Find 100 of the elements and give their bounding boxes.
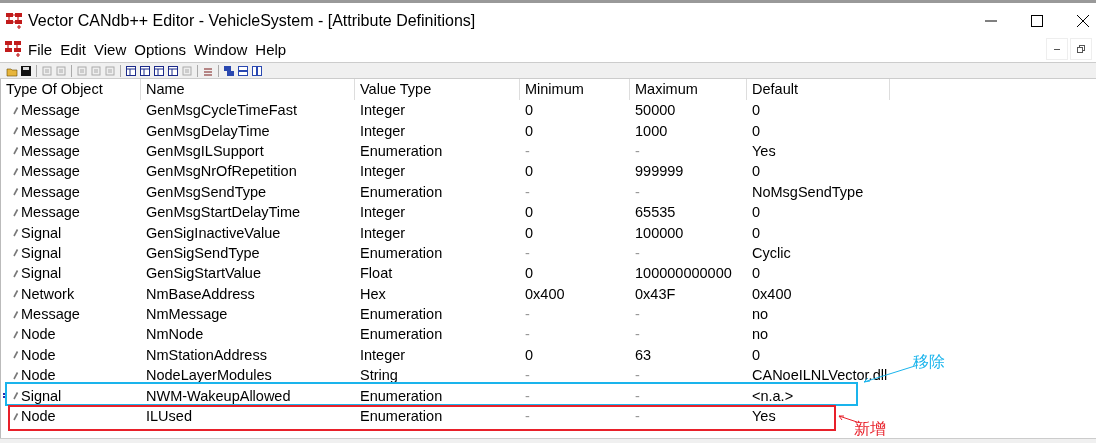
table-cell-text: Cyclic	[751, 243, 791, 263]
table-cell-text: GenSigSendType	[145, 243, 260, 263]
table-cell-text: Message	[20, 182, 80, 202]
table-cell-text: 100000	[634, 223, 684, 243]
table-cell-text: -	[634, 407, 640, 427]
table-cell-text: Message	[20, 141, 80, 161]
table-cell-text: Signal	[20, 386, 62, 406]
menu-item[interactable]: Help	[254, 40, 288, 58]
close-icon[interactable]	[1076, 13, 1090, 28]
table-cell-text: CANoeILNLVector.dll	[751, 366, 888, 386]
restore-icon	[1077, 45, 1085, 53]
table-cell-text: Enumeration	[359, 243, 443, 263]
table-cell-text: Signal	[20, 223, 62, 243]
table-cell-text: -	[524, 305, 530, 325]
table-cell-text: 999999	[634, 162, 684, 182]
table-cell-text: 0	[751, 101, 761, 121]
table-cell-text: NWM-WakeupAllowed	[145, 386, 291, 406]
column-header[interactable]: Default	[747, 79, 890, 100]
table-cell-text: Enumeration	[359, 182, 443, 202]
table-cell-text: -	[634, 305, 640, 325]
table-cell-text: NmBaseAddress	[145, 284, 255, 304]
tile-horizontal-icon[interactable]	[237, 64, 249, 77]
menu-item[interactable]: View	[93, 40, 128, 58]
table-cell-text: Signal	[20, 264, 62, 284]
table-cell-text: GenMsgCycleTimeFast	[145, 101, 297, 121]
menu-item[interactable]: Options	[133, 40, 187, 58]
table-cell-text: -	[634, 182, 640, 202]
table-cell-text: GenMsgDelayTime	[145, 121, 270, 141]
table-cell-text: -	[524, 182, 530, 202]
table-cell-text: Enumeration	[359, 386, 443, 406]
pencil-icon	[13, 105, 19, 115]
minimize-icon	[1054, 47, 1060, 51]
table-cell-text: -	[634, 366, 640, 386]
table-cell-text: NmMessage	[145, 305, 228, 325]
maximize-icon[interactable]	[1030, 13, 1044, 28]
table-cell-text: no	[751, 305, 769, 325]
table-cell-text: Enumeration	[359, 141, 443, 161]
table-cell-text: 0	[524, 162, 534, 182]
table-cell-text: -	[524, 366, 530, 386]
cascade-icon[interactable]	[223, 64, 235, 77]
table-cell-text: Node	[20, 407, 56, 427]
table-cell-text: Integer	[359, 162, 406, 182]
table-cell-text: <n.a.>	[751, 386, 794, 406]
table-cell-text: 1000	[634, 121, 668, 141]
column-header[interactable]: Minimum	[520, 79, 630, 100]
document-icon	[4, 40, 24, 58]
table-cell-text: 50000	[634, 101, 676, 121]
menu-item[interactable]: Edit	[59, 40, 88, 58]
table-cell-text: 0	[751, 203, 761, 223]
table-cell-text: Yes	[751, 141, 776, 161]
table-cell-text: -	[634, 141, 640, 161]
menu-item[interactable]: File	[27, 40, 54, 58]
table-cell-text: GenSigInactiveValue	[145, 223, 281, 243]
table-cell-text: Node	[20, 345, 56, 365]
table-cell-text: Integer	[359, 223, 406, 243]
table-cell-text: ILUsed	[145, 407, 192, 427]
table-cell-text: Network	[20, 284, 75, 304]
save-icon[interactable]	[20, 64, 32, 77]
menu-item[interactable]: Window	[193, 40, 249, 58]
table-cell-text: Hex	[359, 284, 386, 304]
column-header[interactable]: Type Of Object	[1, 79, 141, 100]
table-cell-text: -	[524, 325, 530, 345]
table-cell-text: 0	[751, 162, 761, 182]
table-cell-text: Yes	[751, 407, 776, 427]
table-cell-text: Message	[20, 121, 80, 141]
app-icon	[5, 11, 25, 30]
table-cell-text: NodeLayerModules	[145, 366, 272, 386]
table-cell-text: Enumeration	[359, 325, 443, 345]
table-cell-text: -	[634, 243, 640, 263]
table-cell-text: 0x400	[524, 284, 565, 304]
table-cell-text: 0x400	[751, 284, 792, 304]
table-cell-text: -	[524, 141, 530, 161]
table-cell-text: Message	[20, 203, 80, 223]
table-cell-text: 0	[524, 223, 534, 243]
table-cell-text: Message	[20, 162, 80, 182]
table-cell-text: NmStationAddress	[145, 345, 267, 365]
column-header[interactable]: Maximum	[630, 79, 747, 100]
tile-vertical-icon[interactable]	[251, 64, 263, 77]
table-cell-text: Integer	[359, 101, 406, 121]
column-header[interactable]: Value Type	[355, 79, 520, 100]
table-cell-text: 0	[751, 223, 761, 243]
table-cell-text: Enumeration	[359, 407, 443, 427]
table-cell-text: -	[524, 243, 530, 263]
table-cell-text: 0	[524, 345, 534, 365]
table-cell-text: -	[524, 407, 530, 427]
window-title: Vector CANdb++ Editor - VehicleSystem - [Attribute Definitions]	[28, 11, 476, 30]
column-header[interactable]: Name	[141, 79, 355, 100]
restore-button[interactable]	[1070, 38, 1092, 60]
table-cell-text: Node	[20, 325, 56, 345]
table-cell-text: GenMsgStartDelayTime	[145, 203, 301, 223]
table-cell-text: 63	[634, 345, 652, 365]
table-cell-text: NmNode	[145, 325, 204, 345]
table-cell-text: NoMsgSendType	[751, 182, 864, 202]
table-cell-text: 0x43F	[634, 284, 676, 304]
table-cell-text: Enumeration	[359, 305, 443, 325]
table-cell-text: GenMsgILSupport	[145, 141, 264, 161]
table-cell-text: 0	[524, 203, 534, 223]
pencil-icon	[13, 330, 19, 339]
table-cell-text: 100000000000	[634, 264, 732, 284]
table-cell-text: -	[524, 386, 530, 406]
